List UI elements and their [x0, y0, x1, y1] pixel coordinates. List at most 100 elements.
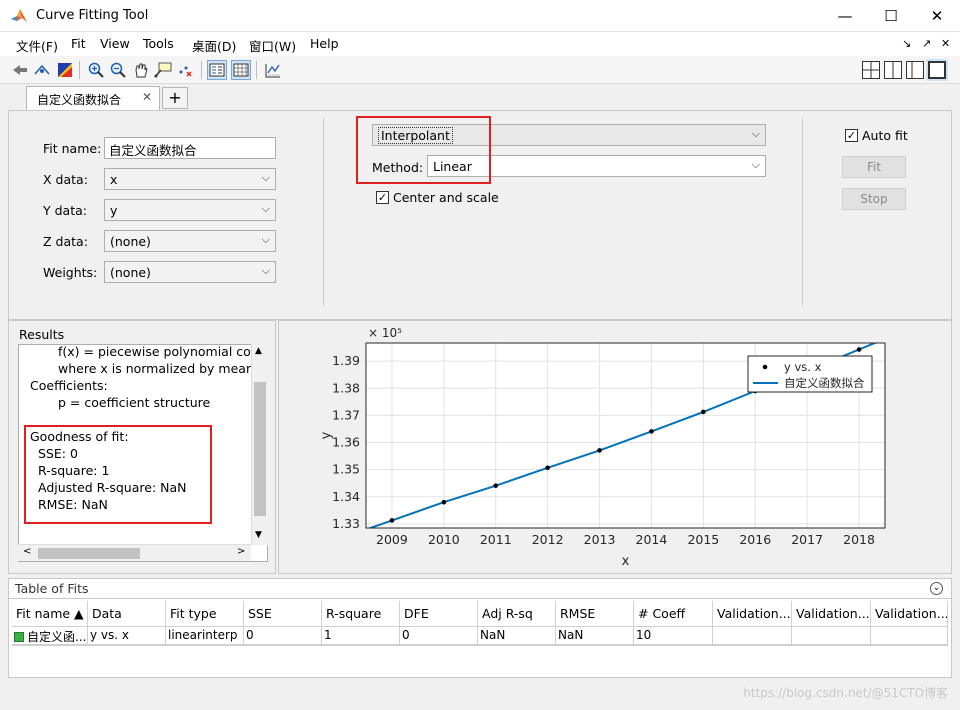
y-tick-label: 1.33 [332, 516, 360, 531]
legend-icon[interactable] [207, 60, 227, 80]
table-cell[interactable]: 0 [244, 627, 322, 645]
y-tick-label: 1.38 [332, 380, 360, 395]
results-horizontal-scrollbar[interactable]: < > [18, 544, 251, 561]
x-tick-label: 2011 [480, 532, 512, 547]
panel-divider [323, 118, 324, 306]
residuals-icon[interactable] [263, 60, 283, 80]
column-header-dfe[interactable]: DFE [400, 601, 478, 627]
column-header-rmse[interactable]: RMSE [556, 601, 634, 627]
menu-window[interactable]: 窗口(W) [249, 36, 296, 55]
table-cell[interactable]: 10 [634, 627, 713, 645]
column-header-fit-name[interactable]: Fit name ▲ [12, 601, 88, 627]
dock-icon[interactable]: ↗ [922, 37, 931, 50]
grid-icon[interactable] [231, 60, 251, 80]
rotate-icon[interactable] [32, 60, 52, 80]
scroll-thumb[interactable] [254, 382, 266, 516]
maximize-button[interactable]: ☐ [868, 0, 914, 32]
x-axis-label: x [622, 554, 630, 569]
result-line: where x is normalized by mean 2 [58, 361, 266, 376]
y-tick-label: 1.36 [332, 435, 360, 450]
column-header-validation-rsq[interactable]: Validation... [792, 601, 871, 627]
table-divider [8, 598, 952, 599]
table-cell[interactable]: 1 [322, 627, 400, 645]
tile-single-icon[interactable] [928, 61, 946, 79]
scroll-up-icon[interactable]: ▲ [255, 346, 262, 356]
menu-view[interactable]: View [100, 36, 130, 51]
data-cursor-icon[interactable] [153, 60, 173, 80]
tile-rows-icon[interactable] [906, 61, 924, 79]
x-data-select[interactable]: x ⌵ [104, 168, 276, 190]
stop-button[interactable]: Stop [842, 188, 906, 210]
close-tab-icon[interactable]: ✕ [142, 90, 152, 104]
tile-four-icon[interactable] [862, 61, 880, 79]
zoom-in-icon[interactable] [86, 60, 106, 80]
weights-value: (none) [110, 265, 151, 280]
z-data-select[interactable]: (none) ⌵ [104, 230, 276, 252]
table-cell[interactable]: linearinterp [166, 627, 244, 645]
table-cell[interactable]: 0 [400, 627, 478, 645]
table-cell[interactable] [871, 627, 948, 645]
y-data-select[interactable]: y ⌵ [104, 199, 276, 221]
x-tick-label: 2018 [843, 532, 875, 547]
undock-icon[interactable]: ↘ [902, 37, 911, 50]
chevron-down-icon: ⌵ [261, 233, 270, 246]
center-scale-checkbox[interactable]: ✓ [376, 191, 389, 204]
y-axis-label: y [319, 431, 334, 439]
auto-fit-checkbox[interactable]: ✓ [845, 129, 858, 142]
result-line: Coefficients: [30, 378, 108, 393]
minimize-button[interactable]: — [822, 0, 868, 32]
column-header-validation-rmse[interactable]: Validation... [871, 601, 948, 627]
close-figure-icon[interactable]: ✕ [941, 37, 950, 50]
data-point [441, 499, 447, 505]
menu-tools[interactable]: Tools [143, 36, 174, 51]
column-header-validation-sse[interactable]: Validation... [713, 601, 792, 627]
weights-select[interactable]: (none) ⌵ [104, 261, 276, 283]
menu-file[interactable]: 文件(F) [16, 36, 58, 55]
table-cell[interactable] [713, 627, 792, 645]
arrow-icon[interactable] [10, 60, 30, 80]
fit-name-input[interactable]: 自定义函数拟合 [104, 137, 276, 159]
data-point [649, 429, 654, 434]
data-point [856, 347, 862, 352]
toolbar-separator [201, 61, 202, 79]
legend-label: y vs. x [784, 360, 822, 374]
fit-button[interactable]: Fit [842, 156, 906, 178]
scroll-right-icon[interactable]: > [237, 546, 245, 557]
menu-fit[interactable]: Fit [71, 36, 86, 51]
column-header-fit-type[interactable]: Fit type [166, 601, 244, 627]
table-cell[interactable]: NaN [478, 627, 556, 645]
exclude-icon[interactable] [175, 60, 195, 80]
column-header-adj-r-sq[interactable]: Adj R-sq [478, 601, 556, 627]
new-fit-tab-button[interactable]: + [162, 87, 188, 109]
menu-desktop[interactable]: 桌面(D) [192, 36, 236, 55]
scroll-down-icon[interactable]: ▼ [255, 530, 262, 540]
table-cell[interactable]: NaN [556, 627, 634, 645]
data-point [389, 518, 395, 523]
column-header-coeff[interactable]: # Coeff [634, 601, 713, 627]
zoom-out-icon[interactable] [108, 60, 128, 80]
results-vertical-scrollbar[interactable]: ▲ ▼ [251, 344, 268, 545]
scroll-left-icon[interactable]: < [23, 546, 31, 557]
data-point [493, 483, 499, 488]
pan-icon[interactable] [131, 60, 151, 80]
x-data-value: x [110, 172, 118, 187]
column-header-sse[interactable]: SSE [244, 601, 322, 627]
chevron-down-icon: ⌵ [261, 264, 270, 277]
matlab-logo-icon [11, 9, 27, 22]
table-cell[interactable]: y vs. x [88, 627, 166, 645]
fit-plot[interactable]: 2009 2010 2011 2012 2013 2014 2015 2016 2017 2018… [279, 321, 951, 573]
table-cell[interactable] [792, 627, 871, 645]
tile-columns-icon[interactable] [884, 61, 902, 79]
menu-help[interactable]: Help [310, 36, 339, 51]
close-button[interactable]: ✕ [914, 0, 960, 32]
toolbar-separator [79, 61, 80, 79]
tab-fit[interactable]: 自定义函数拟合 [26, 86, 160, 110]
legend-label: 自定义函数拟合 [784, 376, 865, 390]
tab-label: 自定义函数拟合 [37, 93, 122, 107]
scroll-thumb[interactable] [38, 548, 140, 559]
table-cell-fit-name[interactable]: 自定义函... [12, 627, 88, 645]
column-header-data[interactable]: Data [88, 601, 166, 627]
collapse-icon[interactable]: ⌄ [930, 582, 943, 595]
column-header-r-square[interactable]: R-square [322, 601, 400, 627]
data-colormap-icon[interactable] [55, 60, 75, 80]
